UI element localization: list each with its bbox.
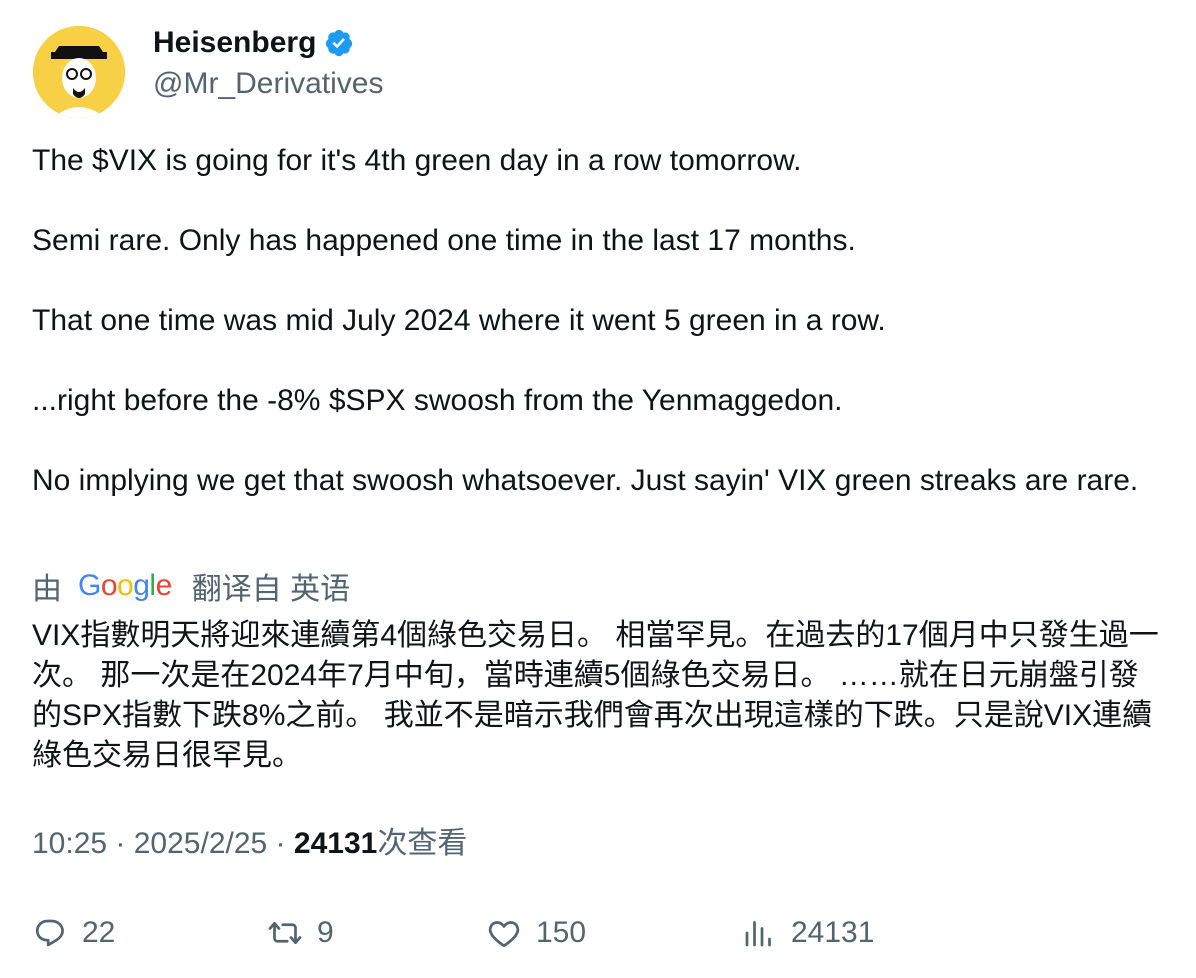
author-display-name[interactable]: Heisenberg <box>153 24 316 62</box>
tweet-actions: 22 9 150 24131 <box>0 908 1196 958</box>
like-button[interactable]: 150 <box>486 908 586 958</box>
heart-icon <box>488 921 520 948</box>
avatar-image <box>33 26 125 118</box>
translation-attribution: 由 Google 翻译自 英语 <box>32 566 350 606</box>
analytics-icon <box>745 921 771 947</box>
meta-separator: · <box>107 827 134 860</box>
reply-count: 22 <box>82 916 116 949</box>
like-count: 150 <box>536 916 587 949</box>
reply-icon <box>35 919 64 947</box>
tweet-time[interactable]: 10:25 <box>32 827 107 860</box>
retweet-button[interactable]: 9 <box>267 908 334 958</box>
verified-badge-icon[interactable] <box>324 28 354 58</box>
tweet-text: The $VIX is going for it's 4th green day… <box>32 144 1139 497</box>
views-button[interactable]: 24131 <box>741 908 874 958</box>
translated-from-label[interactable]: 翻译自 英语 <box>192 564 350 608</box>
views-count: 24131 <box>293 827 378 860</box>
retweet-count: 9 <box>317 916 334 949</box>
views-label: 次查看 <box>377 827 468 860</box>
reply-button[interactable]: 22 <box>32 908 115 958</box>
avatar[interactable] <box>33 26 125 118</box>
translated-by-label: 由 <box>32 573 62 606</box>
translated-text: VIX指數明天將迎來連續第4個綠色交易日。 相當罕見。在過去的17個月中只發生過… <box>32 619 1159 772</box>
meta-separator: · <box>267 827 294 860</box>
google-logo[interactable]: Google <box>78 569 172 603</box>
tweet-date[interactable]: 2025/2/25 <box>134 827 267 860</box>
tweet-meta: 10:25 · 2025/2/25 · 24131次查看 <box>32 824 467 864</box>
views-action-count: 24131 <box>791 916 875 949</box>
author-handle[interactable]: @Mr_Derivatives <box>153 64 384 104</box>
retweet-icon <box>268 921 302 945</box>
